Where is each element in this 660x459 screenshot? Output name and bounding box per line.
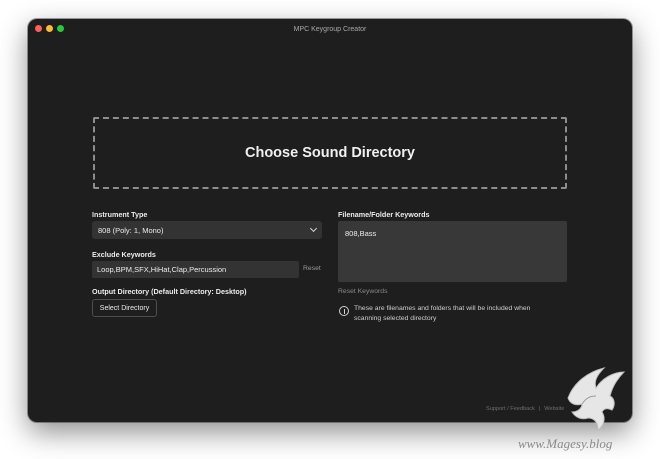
title-bar: MPC Keygroup Creator [28, 19, 632, 39]
select-directory-button[interactable]: Select Directory [92, 299, 157, 317]
footer-links: Support / Feedback | Website [486, 406, 564, 412]
app-window: MPC Keygroup Creator Choose Sound Direct… [28, 19, 632, 422]
window-controls [35, 25, 64, 32]
maximize-window-button[interactable] [57, 25, 64, 32]
filename-keywords-label: Filename/Folder Keywords [338, 210, 430, 219]
filename-keywords-textarea[interactable]: 808,Bass [338, 221, 567, 282]
dropzone-label: Choose Sound Directory [245, 145, 415, 161]
exclude-keywords-input[interactable]: Loop,BPM,SFX,HiHat,Clap,Percussion [92, 261, 299, 278]
choose-sound-directory-dropzone[interactable]: Choose Sound Directory [93, 117, 567, 189]
exclude-reset-button[interactable]: Reset [303, 265, 321, 272]
watermark-text: www.Magesy.blog [518, 436, 613, 451]
output-directory-label: Output Directory (Default Directory: Des… [92, 287, 247, 296]
reset-keywords-button[interactable]: Reset Keywords [338, 288, 388, 295]
instrument-type-label: Instrument Type [92, 210, 148, 219]
instrument-type-select[interactable]: 808 (Poly: 1, Mono) [92, 221, 322, 239]
exclude-keywords-value: Loop,BPM,SFX,HiHat,Clap,Percussion [97, 265, 227, 274]
minimize-window-button[interactable] [46, 25, 53, 32]
griffin-logo [567, 367, 626, 431]
info-icon [339, 306, 349, 316]
keywords-info-text: These are filenames and folders that wil… [354, 305, 531, 322]
support-feedback-link[interactable]: Support / Feedback [486, 406, 535, 412]
window-title: MPC Keygroup Creator [293, 25, 367, 33]
close-window-button[interactable] [35, 25, 42, 32]
exclude-keywords-label: Exclude Keywords [92, 250, 156, 259]
footer-divider: | [538, 406, 541, 412]
chevron-down-icon [309, 224, 318, 233]
instrument-type-value: 808 (Poly: 1, Mono) [98, 225, 164, 235]
filename-keywords-value: 808,Bass [345, 229, 377, 238]
